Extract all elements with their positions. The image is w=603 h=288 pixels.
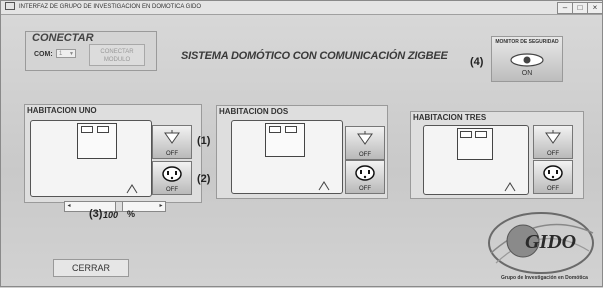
app-icon xyxy=(5,2,15,11)
door-icon xyxy=(504,182,516,192)
light-button-uno[interactable]: OFF xyxy=(152,125,192,159)
outlet-icon xyxy=(355,165,375,181)
pillow-icon xyxy=(97,126,109,133)
annotation-4: (4) xyxy=(470,56,484,68)
close-button[interactable]: CERRAR xyxy=(53,259,129,277)
connect-title: CONECTAR xyxy=(32,32,94,44)
connect-panel: CONECTAR COM: 1 ▼ CONECTAR MODULO xyxy=(25,31,157,71)
door-icon xyxy=(126,184,138,194)
gido-logo: GIDO Grupo de Investigación en Domótica xyxy=(488,212,594,281)
outlet-button-tres[interactable]: OFF xyxy=(533,160,573,194)
pillow-icon xyxy=(285,126,297,133)
light-state: OFF xyxy=(359,152,371,158)
room-panel-tres: HABITACION TRES OFF OFF xyxy=(410,111,584,199)
lamp-icon xyxy=(357,131,373,145)
security-monitor-state: ON xyxy=(521,70,533,77)
maximize-button[interactable]: □ xyxy=(572,2,588,14)
security-monitor-label: MONITOR DE SEGURIDAD xyxy=(495,39,559,45)
page-title: SISTEMA DOMÓTICO CON COMUNICACIÓN ZIGBEE xyxy=(181,50,448,62)
outlet-button-uno[interactable]: OFF xyxy=(152,161,192,195)
outlet-icon xyxy=(543,165,563,181)
outlet-state: OFF xyxy=(359,186,371,192)
dimmer-value: 100 xyxy=(103,210,119,220)
light-button-dos[interactable]: OFF xyxy=(345,126,385,160)
main-window: INTERFAZ DE GRUPO DE INVESTIGACION EN DO… xyxy=(0,0,603,287)
com-port-value: 1 xyxy=(59,51,63,57)
pillow-icon xyxy=(460,131,472,138)
connect-module-button[interactable]: CONECTAR MODULO xyxy=(89,44,145,66)
window-title: INTERFAZ DE GRUPO DE INVESTIGACION EN DO… xyxy=(19,4,202,10)
room-title: HABITACION DOS xyxy=(219,107,289,116)
outlet-button-dos[interactable]: OFF xyxy=(345,160,385,194)
pillow-icon xyxy=(269,126,281,133)
title-bar: INTERFAZ DE GRUPO DE INVESTIGACION EN DO… xyxy=(1,1,603,15)
pillow-icon xyxy=(475,131,487,138)
room-floorplan xyxy=(423,125,529,195)
com-label: COM: xyxy=(34,51,53,58)
light-button-tres[interactable]: OFF xyxy=(533,125,573,159)
svg-text:Grupo de Investigación en Domó: Grupo de Investigación en Domótica xyxy=(501,275,588,281)
light-state: OFF xyxy=(166,151,178,157)
room-panel-dos: HABITACION DOS OFF OFF xyxy=(216,105,388,199)
minimize-button[interactable]: – xyxy=(557,2,573,14)
lamp-icon xyxy=(164,130,180,144)
svg-text:GIDO: GIDO xyxy=(525,231,576,253)
annotation-3: (3) xyxy=(89,208,103,220)
room-panel-uno: HABITACION UNO OFF OFF xyxy=(24,104,202,203)
pillow-icon xyxy=(81,126,93,133)
scroll-left-arrow[interactable]: ◂ xyxy=(65,202,73,211)
dimmer-unit: % xyxy=(127,209,136,219)
annotation-1: (1) xyxy=(197,135,211,147)
lamp-icon xyxy=(545,130,561,144)
room-floorplan xyxy=(30,120,152,197)
outlet-icon xyxy=(162,166,182,182)
com-port-select[interactable]: 1 ▼ xyxy=(56,49,76,58)
close-window-button[interactable]: × xyxy=(587,2,603,14)
eye-icon xyxy=(510,53,544,67)
security-monitor-button[interactable]: MONITOR DE SEGURIDAD ON xyxy=(491,36,563,82)
door-icon xyxy=(318,181,330,191)
outlet-state: OFF xyxy=(166,187,178,193)
room-title: HABITACION UNO xyxy=(27,106,97,115)
chevron-down-icon: ▼ xyxy=(69,51,74,57)
annotation-2: (2) xyxy=(197,173,211,185)
outlet-state: OFF xyxy=(547,186,559,192)
room-floorplan xyxy=(231,120,343,194)
room-title: HABITACION TRES xyxy=(413,113,487,122)
light-state: OFF xyxy=(547,151,559,157)
scroll-right-arrow[interactable]: ▸ xyxy=(157,202,165,211)
